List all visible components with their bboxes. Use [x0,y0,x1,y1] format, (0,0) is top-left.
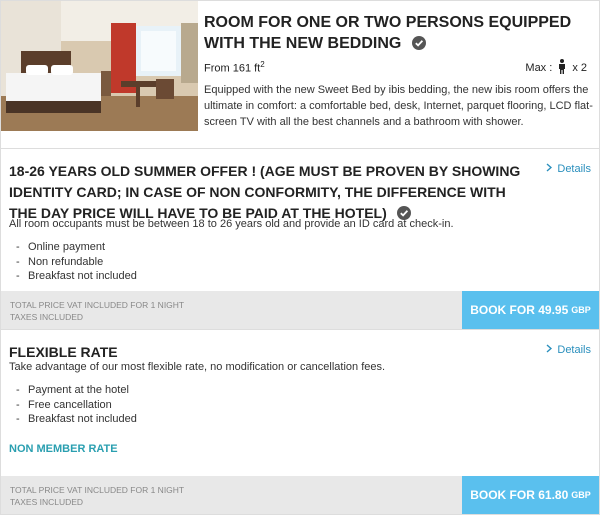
offer-subtitle: Take advantage of our most flexible rate… [9,361,386,373]
book-button-label: BOOK FOR 61.80 [470,488,569,502]
offer-card: 18-26 YEARS OLD SUMMER OFFER ! (AGE MUST… [0,149,600,330]
offer-title-text: 18-26 YEARS OLD SUMMER OFFER ! (AGE MUST… [9,163,521,221]
price-bar: TOTAL PRICE VAT INCLUDED FOR 1 NIGHT TAX… [1,291,599,329]
room-size-text: From 161 ft [204,62,261,75]
list-item: Free cancellation [16,398,137,413]
room-title-text: ROOM FOR ONE OR TWO PERSONS EQUIPPED WIT… [204,14,572,52]
room-description: Equipped with the new Sweet Bed by ibis … [204,84,593,128]
offer-subtitle: All room occupants must be between 18 to… [9,218,454,230]
list-item: Online payment [16,240,137,255]
room-size-exponent: 2 [260,60,265,69]
chevron-right-icon [546,163,553,175]
list-item: Breakfast not included [16,412,137,427]
list-item: Breakfast not included [16,269,137,284]
details-link[interactable]: Details [546,163,591,175]
price-label: TOTAL PRICE VAT INCLUDED FOR 1 NIGHT TAX… [10,299,184,323]
room-title: ROOM FOR ONE OR TWO PERSONS EQUIPPED WIT… [204,12,594,56]
room-size: From 161 ft2 [204,60,265,75]
offer-features: Payment at the hotel Free cancellation B… [16,383,137,427]
book-button-currency: GBP [571,305,591,315]
price-label-line-2: TAXES INCLUDED [10,312,84,322]
max-label: Max : [525,62,553,74]
book-button[interactable]: BOOK FOR 49.95 GBP [462,291,599,329]
room-photo[interactable] [1,1,198,131]
check-circle-icon [411,35,426,56]
room-card: ROOM FOR ONE OR TWO PERSONS EQUIPPED WIT… [0,0,600,149]
list-item: Non refundable [16,255,137,270]
max-value: x 2 [572,62,587,74]
details-label: Details [557,344,591,356]
book-button[interactable]: BOOK FOR 61.80 GBP [462,476,599,514]
room-max-occupancy: Max : x 2 [525,59,587,77]
book-button-currency: GBP [571,490,591,500]
offer-features: Online payment Non refundable Breakfast … [16,240,137,284]
person-icon [558,59,566,77]
chevron-right-icon [546,344,553,356]
price-label: TOTAL PRICE VAT INCLUDED FOR 1 NIGHT TAX… [10,484,184,508]
offer-card: FLEXIBLE RATE Details Take advantage of … [0,330,600,515]
price-label-line-2: TAXES INCLUDED [10,497,84,507]
offer-title: FLEXIBLE RATE [9,344,118,360]
details-link[interactable]: Details [546,344,591,356]
price-bar: TOTAL PRICE VAT INCLUDED FOR 1 NIGHT TAX… [1,476,599,514]
price-label-line-1: TOTAL PRICE VAT INCLUDED FOR 1 NIGHT [10,485,185,495]
member-rate-link[interactable]: NON MEMBER RATE [9,443,118,455]
list-item: Payment at the hotel [16,383,137,398]
book-button-label: BOOK FOR 49.95 [470,303,569,317]
price-label-line-1: TOTAL PRICE VAT INCLUDED FOR 1 NIGHT [10,300,185,310]
offer-title: 18-26 YEARS OLD SUMMER OFFER ! (AGE MUST… [9,161,529,226]
details-label: Details [557,163,591,175]
